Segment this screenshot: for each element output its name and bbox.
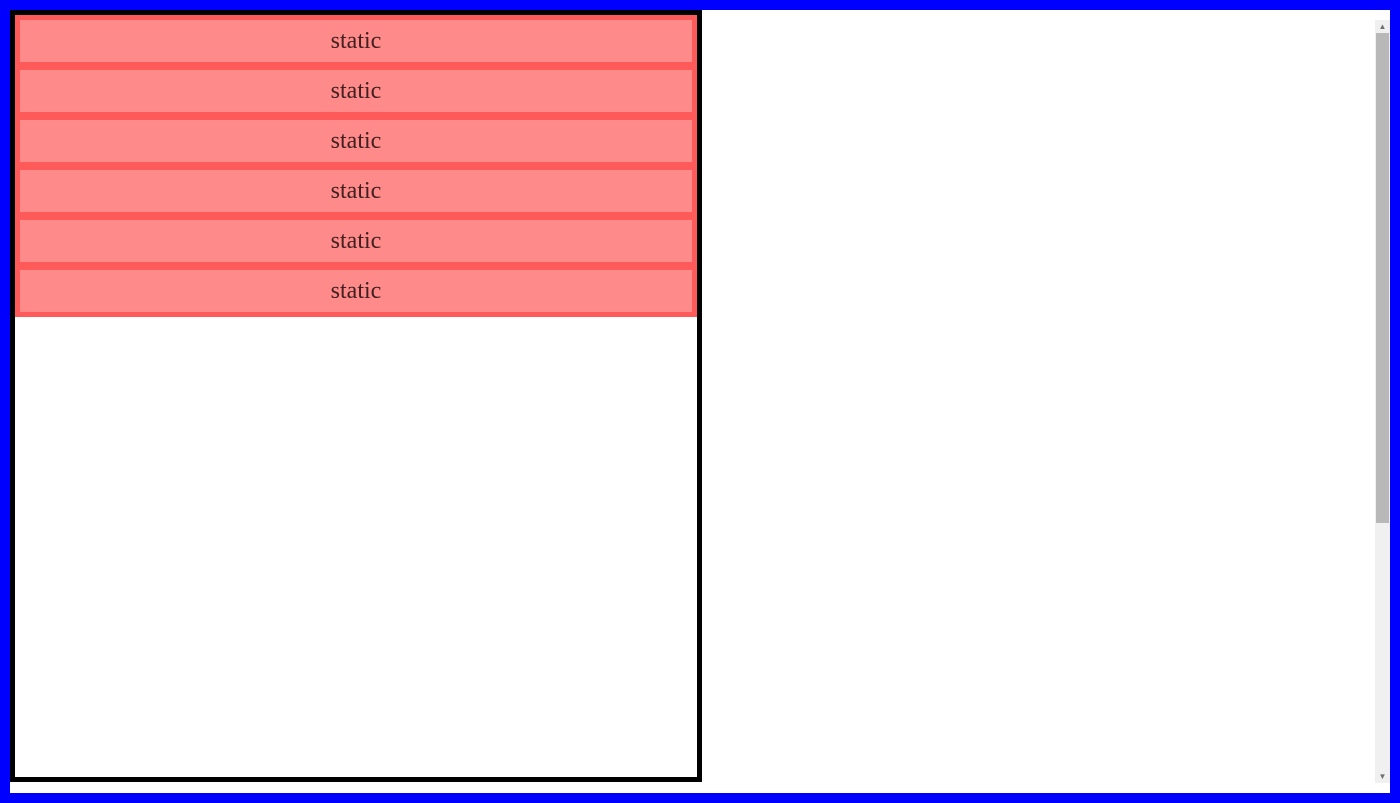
static-item: static [20, 120, 692, 162]
outer-frame: static static static static static stati… [0, 0, 1400, 803]
scroll-up-arrow-icon[interactable]: ▲ [1375, 20, 1390, 33]
static-item: static [20, 70, 692, 112]
scroll-track[interactable] [1375, 33, 1390, 770]
scroll-down-arrow-icon[interactable]: ▼ [1375, 770, 1390, 783]
vertical-scrollbar[interactable]: ▲ ▼ [1375, 20, 1390, 783]
static-item: static [20, 20, 692, 62]
static-item: static [20, 170, 692, 212]
static-item: static [20, 220, 692, 262]
inner-frame: static static static static static stati… [10, 10, 702, 782]
scroll-thumb[interactable] [1376, 33, 1389, 523]
item-container: static static static static static stati… [15, 15, 697, 317]
static-item: static [20, 270, 692, 312]
